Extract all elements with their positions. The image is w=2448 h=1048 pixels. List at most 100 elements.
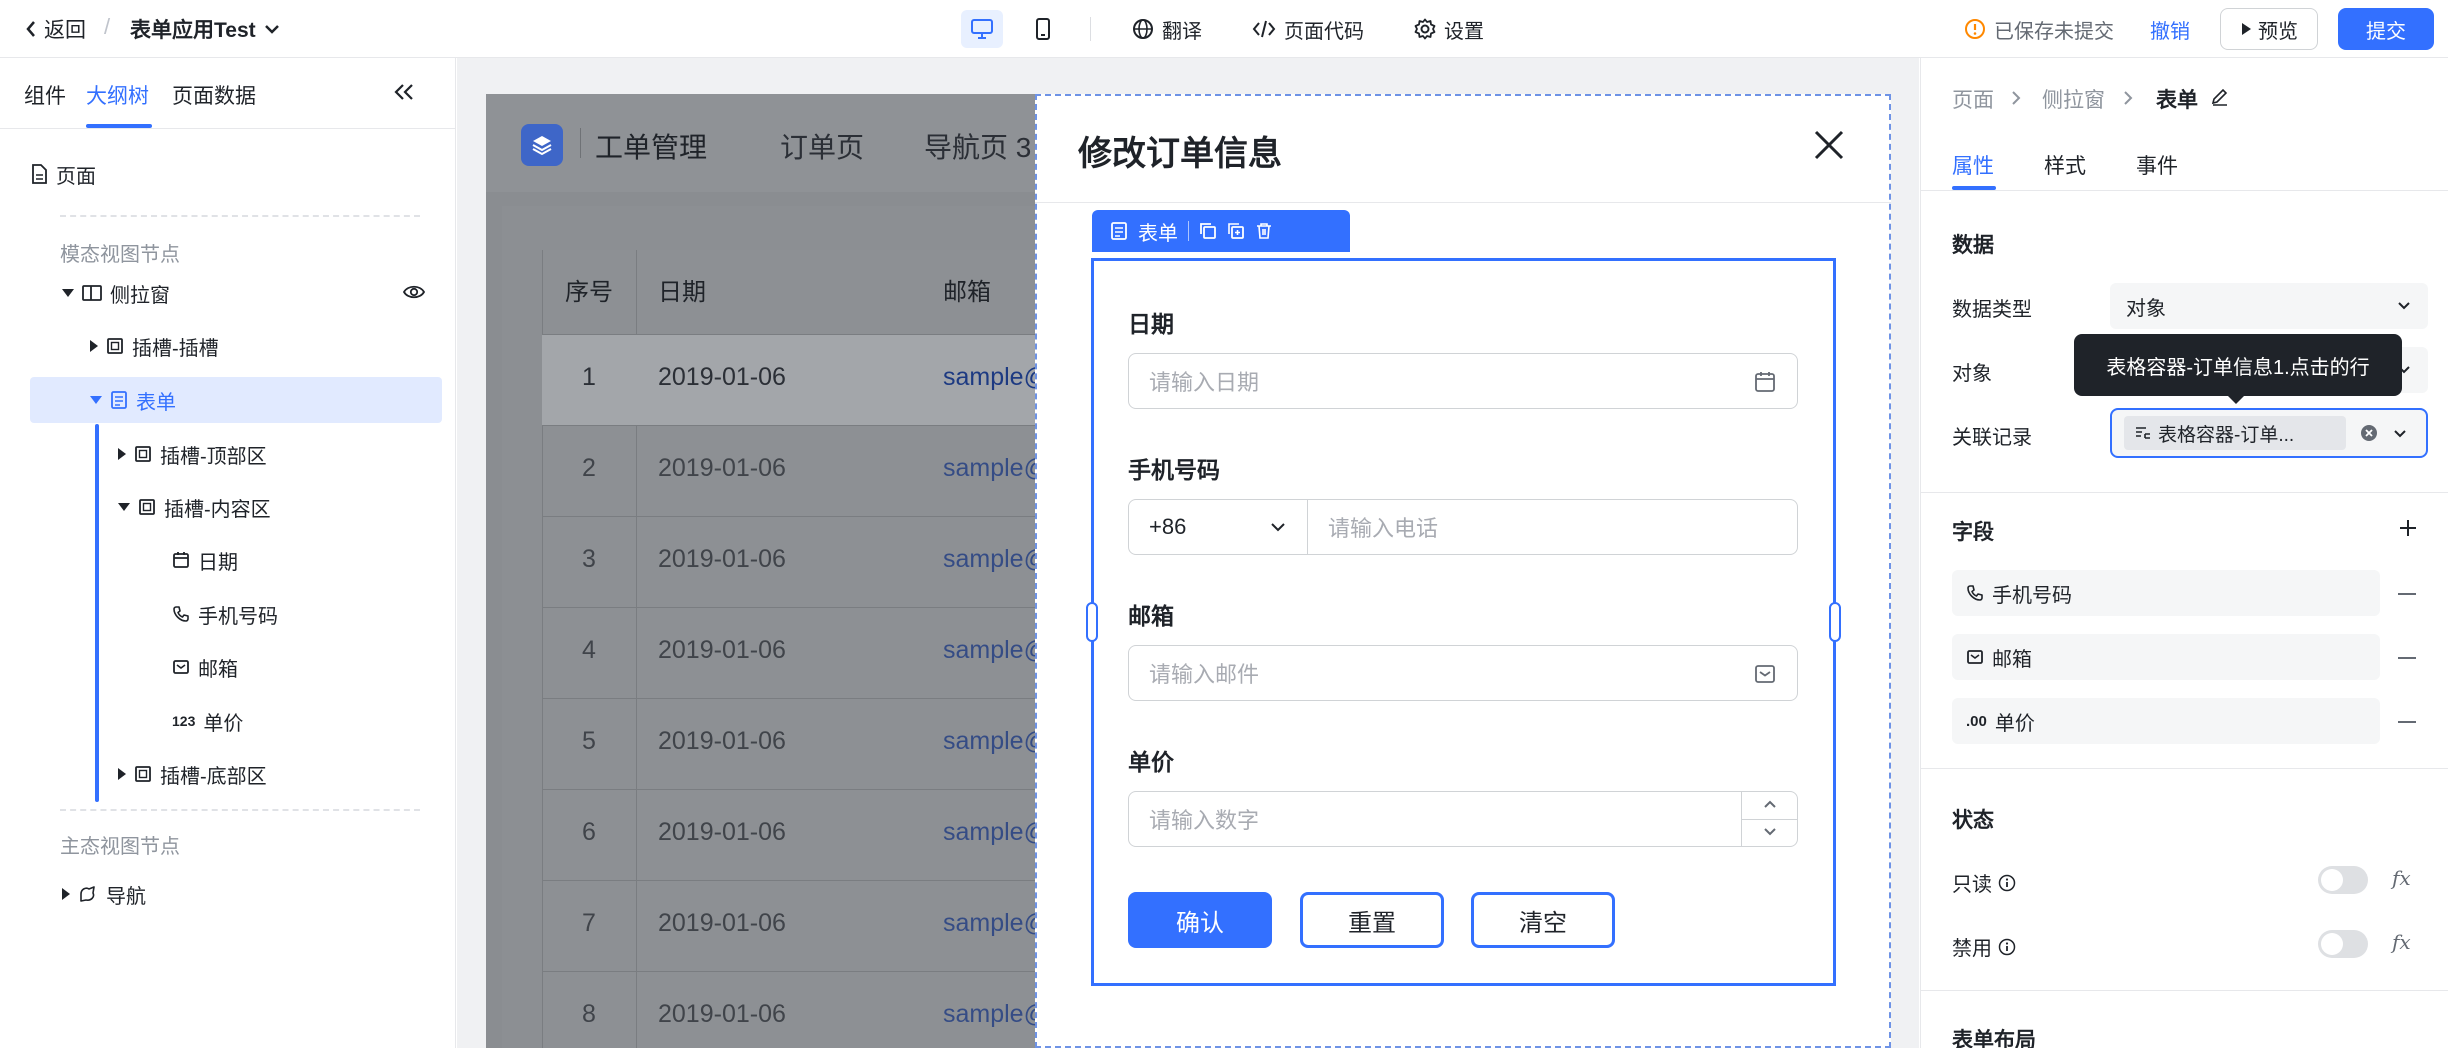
email-input[interactable]: 请输入邮件: [1128, 645, 1798, 701]
breadcrumb-page[interactable]: 页面: [1952, 84, 1994, 114]
slot-icon: [135, 766, 151, 782]
caret-right-icon[interactable]: [118, 448, 126, 460]
tree-node-slot-slot[interactable]: 插槽-插槽: [90, 323, 219, 369]
tree-node-price[interactable]: 123 单价: [172, 698, 243, 744]
code-icon: [1252, 20, 1276, 38]
phone-input[interactable]: 请输入电话: [1307, 499, 1798, 555]
close-button[interactable]: [1812, 128, 1846, 162]
preview-button[interactable]: 预览: [2220, 8, 2318, 50]
breadcrumb-drawer[interactable]: 侧拉窗: [2042, 84, 2105, 114]
tree-node-date[interactable]: 日期: [172, 537, 238, 583]
chevron-down-icon[interactable]: [1762, 826, 1778, 838]
delete-button[interactable]: [1255, 222, 1273, 240]
confirm-button[interactable]: 确认: [1128, 892, 1272, 948]
field-item-label: 邮箱: [1992, 648, 2032, 671]
caret-right-icon[interactable]: [118, 768, 126, 780]
tree-node-form[interactable]: 表单: [90, 377, 176, 423]
close-icon: [1814, 130, 1844, 160]
country-code-select[interactable]: +86: [1128, 499, 1308, 555]
disabled-formula-button[interactable]: fx: [2392, 930, 2411, 954]
email-placeholder: 请输入邮件: [1149, 662, 1260, 687]
tree-label: 表单: [136, 391, 176, 414]
tab-page-data[interactable]: 页面数据: [172, 80, 256, 110]
readonly-toggle[interactable]: [2318, 866, 2368, 894]
mobile-view-button[interactable]: [1022, 10, 1064, 48]
resize-handle-left[interactable]: [1086, 602, 1098, 642]
chevron-up-icon[interactable]: [1762, 798, 1778, 810]
save-status-text: 已保存未提交: [1994, 20, 2114, 43]
tab-outline-tree[interactable]: 大纲树: [86, 80, 149, 110]
info-icon: [1998, 938, 2016, 955]
cell-date: 2019-01-06: [658, 727, 786, 755]
disabled-toggle[interactable]: [2318, 930, 2368, 958]
visibility-toggle[interactable]: [402, 282, 426, 302]
tree-label: 插槽-内容区: [164, 498, 271, 521]
tree-node-page[interactable]: 页面: [30, 151, 96, 197]
chevron-down-icon: [2398, 302, 2410, 310]
page-code-button[interactable]: 页面代码: [1252, 14, 1364, 44]
data-type-select[interactable]: 对象: [2110, 283, 2428, 329]
remove-field-button[interactable]: [2398, 721, 2416, 723]
tree-label: 手机号码: [198, 605, 278, 628]
mail-icon: [173, 660, 189, 674]
cell-email: sample@: [943, 818, 1049, 846]
edit-icon[interactable]: [2210, 86, 2230, 106]
caret-down-icon[interactable]: [90, 396, 102, 404]
trash-icon: [1257, 223, 1271, 239]
tab-styles[interactable]: 样式: [2044, 150, 2086, 180]
tree-node-slot-top[interactable]: 插槽-顶部区: [118, 431, 267, 477]
settings-button[interactable]: 设置: [1414, 14, 1484, 44]
cell-date: 2019-01-06: [658, 636, 786, 664]
duplicate-button[interactable]: [1227, 222, 1245, 240]
desktop-view-button[interactable]: [961, 10, 1003, 48]
drawer-icon: [82, 285, 102, 301]
caret-down-icon[interactable]: [118, 503, 130, 511]
price-input[interactable]: 请输入数字: [1128, 791, 1798, 847]
readonly-formula-button[interactable]: fx: [2392, 866, 2411, 890]
translate-button[interactable]: 翻译: [1132, 14, 1202, 44]
tree-node-phone[interactable]: 手机号码: [172, 591, 278, 637]
reset-button[interactable]: 重置: [1300, 892, 1444, 948]
tab-events[interactable]: 事件: [2136, 150, 2178, 180]
back-button[interactable]: 返回: [24, 14, 86, 44]
preview-nav-3[interactable]: 导航页 3: [924, 126, 1034, 166]
tree-node-drawer[interactable]: 侧拉窗: [62, 270, 170, 316]
clear-circle-icon[interactable]: [2360, 424, 2378, 442]
decimal-icon: .00: [1966, 712, 1987, 730]
settings-label: 设置: [1444, 20, 1484, 43]
related-record-tag[interactable]: 表格容器-订单...: [2124, 416, 2346, 450]
slot-icon: [107, 338, 123, 354]
tree-node-slot-content[interactable]: 插槽-内容区: [118, 484, 271, 530]
caret-right-icon[interactable]: [62, 888, 70, 900]
tree-node-nav[interactable]: 导航: [62, 871, 146, 917]
selected-component-label: 表单: [1138, 222, 1178, 245]
remove-field-button[interactable]: [2398, 593, 2416, 595]
copy-button[interactable]: [1199, 222, 1217, 240]
modal-view-section-label: 模态视图节点: [60, 244, 180, 266]
cell-email: sample@: [943, 363, 1049, 391]
remove-field-button[interactable]: [2398, 657, 2416, 659]
undo-button[interactable]: 撤销: [2150, 14, 2190, 44]
resize-handle-right[interactable]: [1829, 602, 1841, 642]
phone-icon: [173, 606, 189, 622]
drawer-header-divider: [1035, 202, 1891, 203]
tab-properties[interactable]: 属性: [1952, 150, 1994, 180]
tree-node-email[interactable]: 邮箱: [172, 644, 238, 690]
caret-down-icon[interactable]: [62, 289, 74, 297]
submit-button[interactable]: 提交: [2338, 8, 2434, 50]
field-item-phone[interactable]: 手机号码: [1952, 570, 2380, 616]
tree-node-slot-bottom[interactable]: 插槽-底部区: [118, 751, 267, 797]
preview-nav-order[interactable]: 订单页: [780, 126, 864, 166]
clear-button[interactable]: 清空: [1471, 892, 1615, 948]
caret-right-icon[interactable]: [90, 340, 98, 352]
tab-components[interactable]: 组件: [24, 80, 66, 110]
date-input[interactable]: 请输入日期: [1128, 353, 1798, 409]
slot-icon: [135, 446, 151, 462]
field-item-email[interactable]: 邮箱: [1952, 634, 2380, 680]
tree-separator: [60, 809, 420, 811]
collapse-panel-button[interactable]: [392, 82, 416, 102]
add-icon[interactable]: [2398, 518, 2418, 538]
number-stepper[interactable]: [1741, 792, 1798, 846]
app-switcher[interactable]: 表单应用Test: [130, 14, 280, 44]
field-item-price[interactable]: .00 单价: [1952, 698, 2380, 744]
